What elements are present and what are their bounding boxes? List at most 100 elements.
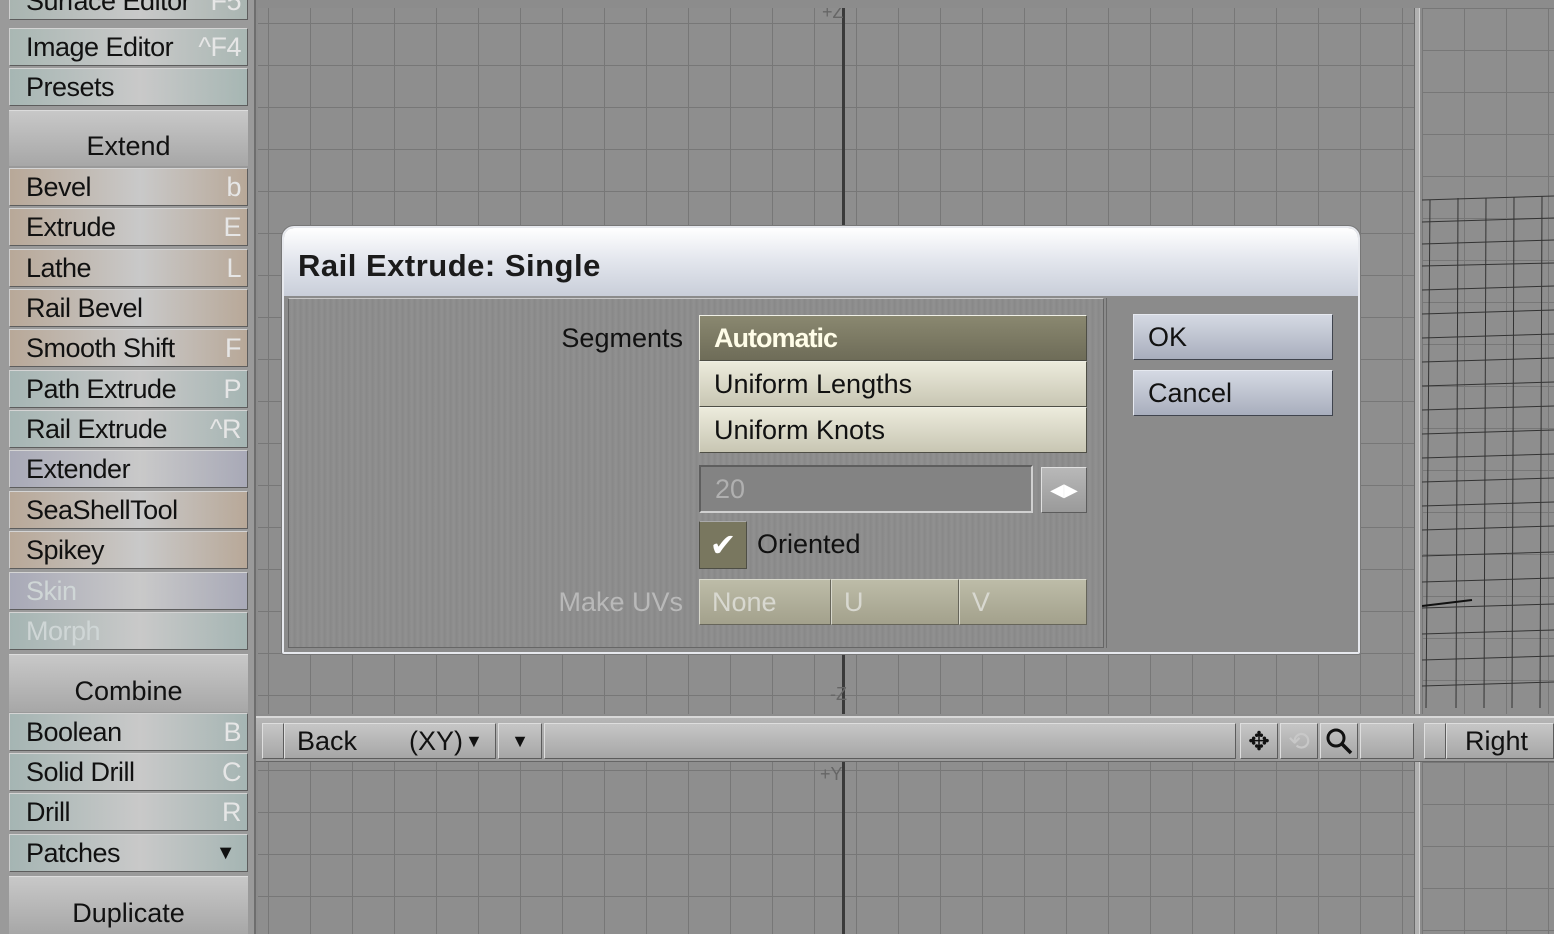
sidebar-item-label: Lathe [26, 253, 92, 283]
toolbar-spacer [1360, 723, 1414, 759]
axis-line-vertical [842, 762, 845, 934]
viewport-maximize-button[interactable] [1424, 723, 1446, 759]
zoom-icon[interactable] [1320, 723, 1358, 759]
shortcut-key: F [225, 333, 242, 363]
oriented-label: Oriented [757, 529, 861, 559]
uv-option-v[interactable]: V [959, 579, 1087, 625]
tool-sidebar: Surface Editor F5 Image Editor ^F4 Prese… [0, 0, 256, 934]
section-header-combine: Combine [9, 654, 248, 712]
sidebar-item-morph[interactable]: Morph [9, 612, 248, 650]
dialog-options-panel: Segments Automatic Uniform Lengths Unifo… [288, 298, 1104, 648]
sidebar-item-bevel[interactable]: Bevel b [9, 168, 248, 206]
cancel-button[interactable]: Cancel [1133, 370, 1333, 416]
sidebar-item-label: Smooth Shift [26, 333, 175, 363]
viewport-maximize-button[interactable] [262, 723, 284, 759]
move-icon[interactable]: ✥ [1240, 723, 1278, 759]
section-header-extend: Extend [9, 110, 248, 166]
sidebar-item-smooth-shift[interactable]: Smooth Shift F [9, 329, 248, 367]
shortcut-key: R [222, 797, 242, 827]
sidebar-item-label: Boolean [26, 717, 122, 747]
view-type-dropdown[interactable]: Back (XY) ▼ [284, 723, 496, 759]
viewport-divider[interactable] [1414, 762, 1420, 934]
sidebar-item-extender[interactable]: Extender [9, 450, 248, 488]
mini-slider-arrows-icon[interactable]: ◀▶ [1041, 467, 1087, 513]
viewport-divider[interactable] [1414, 8, 1420, 714]
render-mode-dropdown[interactable]: ▼ [498, 723, 542, 759]
sidebar-item-label: Skin [26, 576, 77, 606]
rotate-icon[interactable]: ⟲ [1280, 723, 1318, 759]
viewport-right[interactable] [1422, 8, 1554, 714]
sidebar-item-label: Bevel [26, 172, 92, 202]
sidebar-item-seashelltool[interactable]: SeaShellTool [9, 491, 248, 529]
segment-option-uniform-knots[interactable]: Uniform Knots [699, 407, 1087, 453]
sidebar-item-path-extrude[interactable]: Path Extrude P [9, 370, 248, 408]
shortcut-key: P [223, 374, 241, 404]
chevron-down-icon: ▼ [465, 731, 483, 751]
viewport-toolbar: Back (XY) ▼ ▼ ✥ ⟲ Right [256, 716, 1554, 762]
shortcut-key: ^F4 [198, 32, 241, 62]
segments-label: Segments [561, 323, 683, 353]
shortcut-key: L [226, 253, 241, 283]
shortcut-key: b [226, 172, 241, 202]
axis-label-top: +Y [820, 764, 843, 784]
view-name: Back [297, 726, 358, 756]
uv-option-u[interactable]: U [831, 579, 959, 625]
segment-option-automatic[interactable]: Automatic [699, 315, 1087, 361]
axis-label-bottom: -Z [830, 684, 847, 704]
segments-count-input[interactable]: 20 [699, 465, 1033, 513]
sidebar-item-patches[interactable]: Patches ▼ [9, 834, 248, 872]
sidebar-item-label: Patches [26, 838, 121, 868]
viewport-right-bottom[interactable] [1422, 762, 1554, 934]
shortcut-key: B [223, 717, 241, 747]
chevron-down-icon: ▼ [511, 731, 529, 751]
uv-option-none[interactable]: None [699, 579, 831, 625]
shortcut-key: F5 [210, 0, 241, 16]
shortcut-key: ^R [209, 414, 242, 444]
sidebar-item-label: Presets [26, 72, 115, 102]
checkmark-icon: ✔ [709, 527, 737, 563]
dialog-title: Rail Extrude: Single [298, 248, 601, 283]
viewport-bottom[interactable]: +Y [258, 762, 1414, 934]
toolbar-spacer [544, 723, 1236, 759]
sidebar-item-label: Surface Editor [26, 0, 191, 16]
sidebar-item-rail-bevel[interactable]: Rail Bevel [9, 289, 248, 327]
dialog-button-panel: OK Cancel [1106, 298, 1356, 648]
sidebar-item-label: SeaShellTool [26, 495, 178, 525]
sidebar-item-label: Rail Extrude [26, 414, 168, 444]
sidebar-item-label: Rail Bevel [26, 293, 143, 323]
view-type-dropdown-right[interactable]: Right [1446, 723, 1554, 759]
sidebar-item-label: Extrude [26, 212, 116, 242]
sidebar-item-presets[interactable]: Presets [9, 68, 248, 106]
sidebar-item-image-editor[interactable]: Image Editor ^F4 [9, 28, 248, 66]
shortcut-key: E [223, 212, 241, 242]
rail-extrude-dialog: Rail Extrude: Single Segments Automatic … [282, 226, 1360, 654]
sidebar-item-solid-drill[interactable]: Solid Drill C [9, 753, 248, 791]
chevron-down-icon: ▼ [215, 842, 236, 864]
sidebar-item-label: Extender [26, 454, 131, 484]
sidebar-item-label: Spikey [26, 535, 105, 565]
view-plane: (XY) [409, 726, 463, 756]
sidebar-item-spikey[interactable]: Spikey [9, 531, 248, 569]
sidebar-item-rail-extrude[interactable]: Rail Extrude ^R [9, 410, 248, 448]
sidebar-item-label: Path Extrude [26, 374, 177, 404]
sidebar-item-label: Solid Drill [26, 757, 135, 787]
sidebar-item-lathe[interactable]: Lathe L [9, 249, 248, 287]
sidebar-item-skin[interactable]: Skin [9, 572, 248, 610]
sidebar-item-extrude[interactable]: Extrude E [9, 208, 248, 246]
oriented-checkbox[interactable]: ✔ [699, 521, 747, 569]
ok-button[interactable]: OK [1133, 314, 1333, 360]
segment-option-uniform-lengths[interactable]: Uniform Lengths [699, 361, 1087, 407]
sidebar-item-boolean[interactable]: Boolean B [9, 713, 248, 751]
dialog-title-bar[interactable]: Rail Extrude: Single [284, 228, 1358, 296]
axis-label-top: +Z [822, 8, 844, 22]
sidebar-item-drill[interactable]: Drill R [9, 793, 248, 831]
sidebar-item-label: Morph [26, 616, 101, 646]
mesh-wireframe [1422, 195, 1554, 709]
view-name: Right [1465, 726, 1529, 756]
make-uvs-label: Make UVs [558, 587, 683, 617]
shortcut-key: C [222, 757, 242, 787]
sidebar-item-surface-editor[interactable]: Surface Editor F5 [9, 0, 248, 20]
sidebar-item-label: Image Editor [26, 32, 174, 62]
sidebar-item-label: Drill [26, 797, 71, 827]
section-header-duplicate: Duplicate [9, 876, 248, 934]
